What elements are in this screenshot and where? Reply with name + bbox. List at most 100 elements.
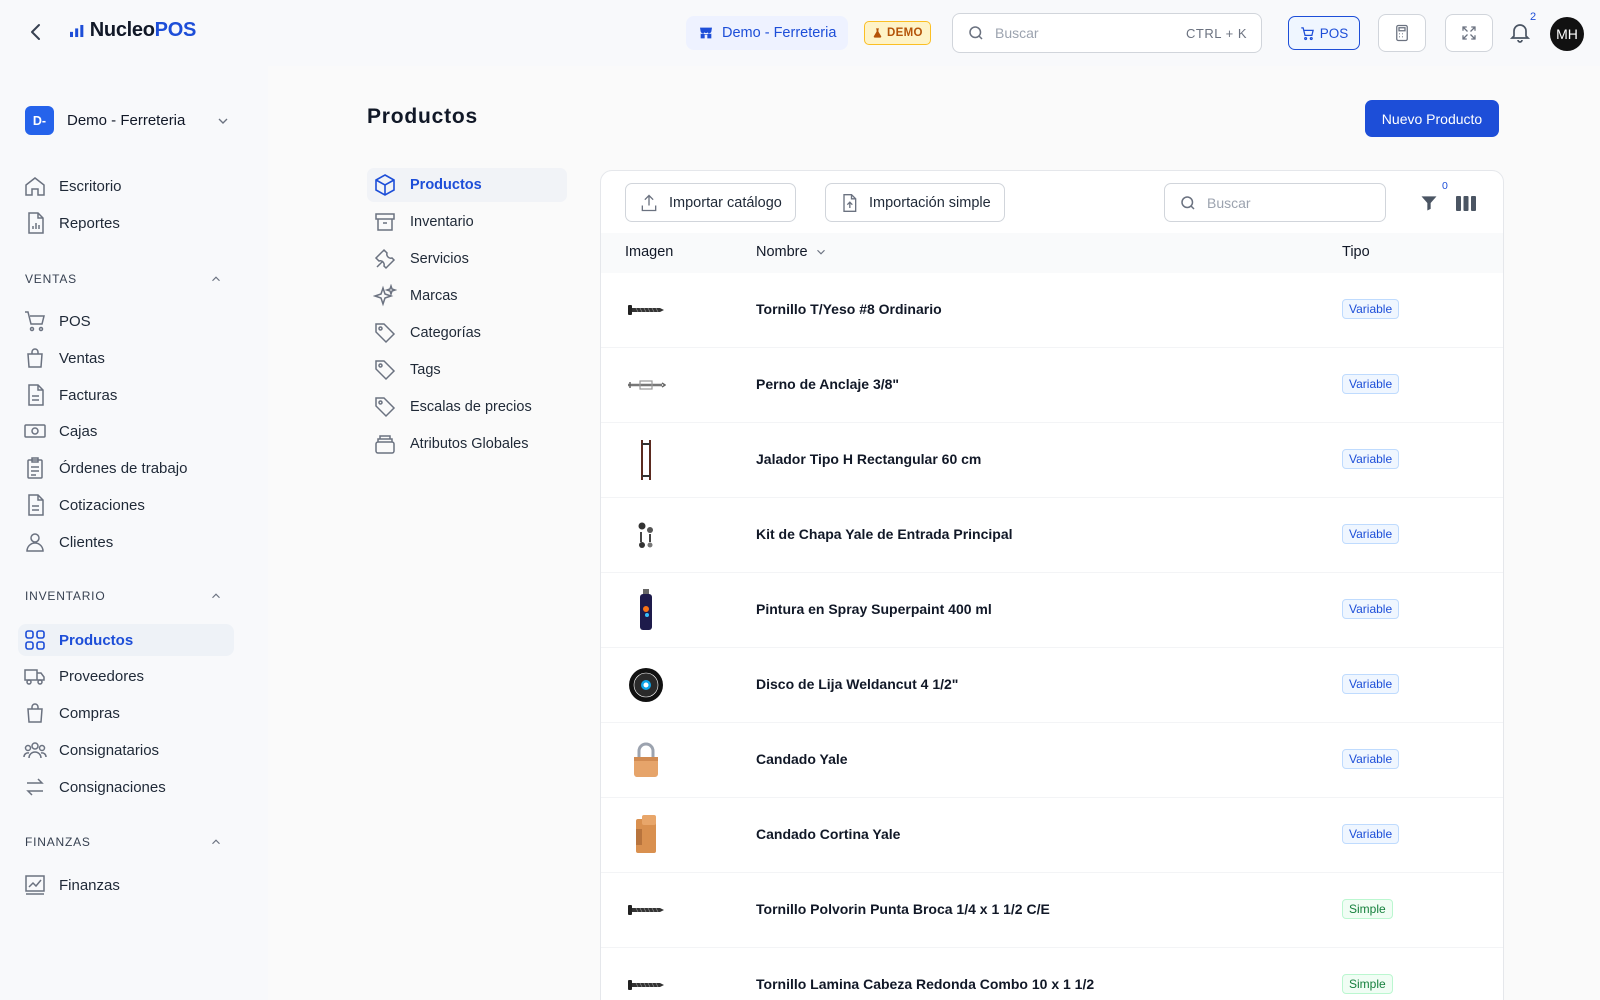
table-row[interactable]: Candado Yale Variable: [601, 723, 1503, 798]
product-name: Tornillo Lamina Cabeza Redonda Combo 10 …: [756, 976, 1095, 992]
logo-text: NucleoPOS: [89, 19, 196, 41]
sidebar-item-proveedores[interactable]: Proveedores: [18, 660, 234, 692]
sidebar-item-productos[interactable]: Productos: [18, 624, 234, 656]
main-content: Productos Nuevo Producto Productos Inven…: [268, 66, 1600, 1000]
product-name: Candado Cortina Yale: [756, 826, 901, 842]
chevron-up-icon: [212, 839, 220, 845]
new-product-button[interactable]: Nuevo Producto: [1365, 100, 1499, 137]
sidebar-item-consignaciones[interactable]: Consignaciones: [18, 771, 234, 803]
tools-icon: [374, 248, 396, 270]
product-name: Candado Yale: [756, 751, 848, 767]
notification-count: 2: [1530, 11, 1537, 23]
table-header: Imagen Nombre Tipo: [601, 233, 1503, 273]
product-name: Perno de Anclaje 3/8": [756, 376, 900, 392]
columns-icon[interactable]: [1455, 193, 1477, 213]
column-header-type: Tipo: [1342, 244, 1370, 260]
table-row[interactable]: Tornillo Lamina Cabeza Redonda Combo 10 …: [601, 948, 1503, 1000]
section-inventario[interactable]: INVENTARIO: [25, 589, 223, 603]
tag-icon: [375, 360, 396, 381]
column-header-image: Imagen: [625, 244, 674, 260]
table-row[interactable]: Tornillo T/Yeso #8 Ordinario Variable: [601, 273, 1503, 348]
cart-icon: [25, 311, 45, 332]
global-search-input[interactable]: [995, 25, 1187, 41]
tag-icon: [375, 397, 396, 418]
store-selector[interactable]: Demo - Ferreteria: [686, 16, 849, 50]
sidebar-item-ordenes[interactable]: Órdenes de trabajo: [18, 452, 234, 484]
filter-icon[interactable]: [1419, 193, 1439, 213]
subnav-escalas-precios[interactable]: Escalas de precios: [367, 390, 567, 424]
column-header-name[interactable]: Nombre: [756, 244, 828, 260]
home-icon: [25, 177, 45, 196]
sidebar-item-consignatarios[interactable]: Consignatarios: [18, 734, 234, 766]
bag-icon: [27, 348, 43, 368]
chart-icon: [25, 875, 45, 895]
product-thumbnail: [625, 663, 667, 707]
subnav-tags[interactable]: Tags: [367, 353, 567, 387]
pos-button[interactable]: POS: [1288, 16, 1360, 50]
sidebar-item-cajas[interactable]: Cajas: [18, 415, 234, 447]
subnav-inventario[interactable]: Inventario: [367, 205, 567, 239]
chevron-up-icon: [212, 593, 220, 599]
users-icon: [23, 742, 47, 759]
sidebar-item-finanzas[interactable]: Finanzas: [18, 869, 234, 901]
subnav-marcas[interactable]: Marcas: [367, 279, 567, 313]
top-bar: NucleoPOS Demo - Ferreteria DEMO CTRL + …: [0, 0, 1600, 66]
file-upload-icon: [843, 193, 857, 212]
products-sub-nav: Productos Inventario Servicios Marcas Ca…: [367, 168, 567, 464]
sidebar-item-pos[interactable]: POS: [18, 305, 234, 337]
section-finanzas[interactable]: FINANZAS: [25, 835, 223, 849]
chevron-up-icon: [212, 276, 220, 282]
search-icon: [1181, 195, 1195, 210]
sidebar-item-clientes[interactable]: Clientes: [18, 526, 234, 558]
clipboard-icon: [27, 457, 43, 479]
table-row[interactable]: Disco de Lija Weldancut 4 1/2" Variable: [601, 648, 1503, 723]
table-row[interactable]: Jalador Tipo H Rectangular 60 cm Variable: [601, 423, 1503, 498]
avatar[interactable]: MH: [1550, 17, 1584, 51]
sidebar-item-reportes[interactable]: Reportes: [18, 207, 234, 239]
back-arrow-icon[interactable]: [24, 20, 48, 44]
store-icon: [700, 27, 712, 39]
flask-icon: [873, 28, 882, 38]
table-row[interactable]: Kit de Chapa Yale de Entrada Principal Va…: [601, 498, 1503, 573]
bell-icon[interactable]: [1508, 20, 1534, 46]
global-search[interactable]: CTRL + K: [952, 13, 1262, 53]
product-type-badge: Simple: [1342, 974, 1393, 994]
subnav-categorias[interactable]: Categorías: [367, 316, 567, 350]
sidebar-item-ventas[interactable]: Ventas: [18, 342, 234, 374]
sidebar-item-escritorio[interactable]: Escritorio: [18, 170, 234, 202]
table-search[interactable]: [1164, 183, 1386, 222]
table-row[interactable]: Tornillo Polvorin Punta Broca 1/4 x 1 1/…: [601, 873, 1503, 948]
expand-icon: [1462, 26, 1476, 40]
table-row[interactable]: Pintura en Spray Superpaint 400 ml Variab…: [601, 573, 1503, 648]
import-catalog-button[interactable]: Importar catálogo: [625, 183, 796, 222]
product-thumbnail: [625, 363, 667, 407]
store-name: Demo - Ferreteria: [722, 25, 837, 41]
filter-count: 0: [1442, 180, 1448, 192]
section-ventas[interactable]: VENTAS: [25, 272, 223, 286]
table-row[interactable]: Candado Cortina Yale Variable: [601, 798, 1503, 873]
sidebar-item-cotizaciones[interactable]: Cotizaciones: [18, 489, 234, 521]
product-type-badge: Variable: [1342, 749, 1400, 769]
sidebar-item-facturas[interactable]: Facturas: [18, 379, 234, 411]
subnav-atributos-globales[interactable]: Atributos Globales: [367, 427, 567, 461]
tag-icon: [375, 323, 396, 344]
fullscreen-button[interactable]: [1445, 14, 1493, 52]
cash-icon: [24, 424, 46, 438]
subnav-servicios[interactable]: Servicios: [367, 242, 567, 276]
app-logo[interactable]: NucleoPOS: [70, 19, 196, 42]
simple-import-button[interactable]: Importación simple: [825, 183, 1005, 222]
product-thumbnail: [625, 963, 667, 1000]
truck-icon: [24, 669, 45, 685]
calculator-button[interactable]: [1378, 14, 1426, 52]
table-row[interactable]: Perno de Anclaje 3/8" Variable: [601, 348, 1503, 423]
org-name: Demo - Ferreteria: [67, 112, 186, 129]
org-switcher[interactable]: D- Demo - Ferreteria: [25, 106, 231, 135]
subnav-productos[interactable]: Productos: [367, 168, 567, 202]
product-type-badge: Simple: [1342, 899, 1393, 919]
product-type-badge: Variable: [1342, 824, 1400, 844]
sidebar-item-compras[interactable]: Compras: [18, 697, 234, 729]
bars-logo-icon: [70, 24, 84, 37]
product-type-badge: Variable: [1342, 449, 1400, 469]
search-shortcut: CTRL + K: [1186, 25, 1247, 41]
table-search-input[interactable]: [1207, 194, 1357, 211]
